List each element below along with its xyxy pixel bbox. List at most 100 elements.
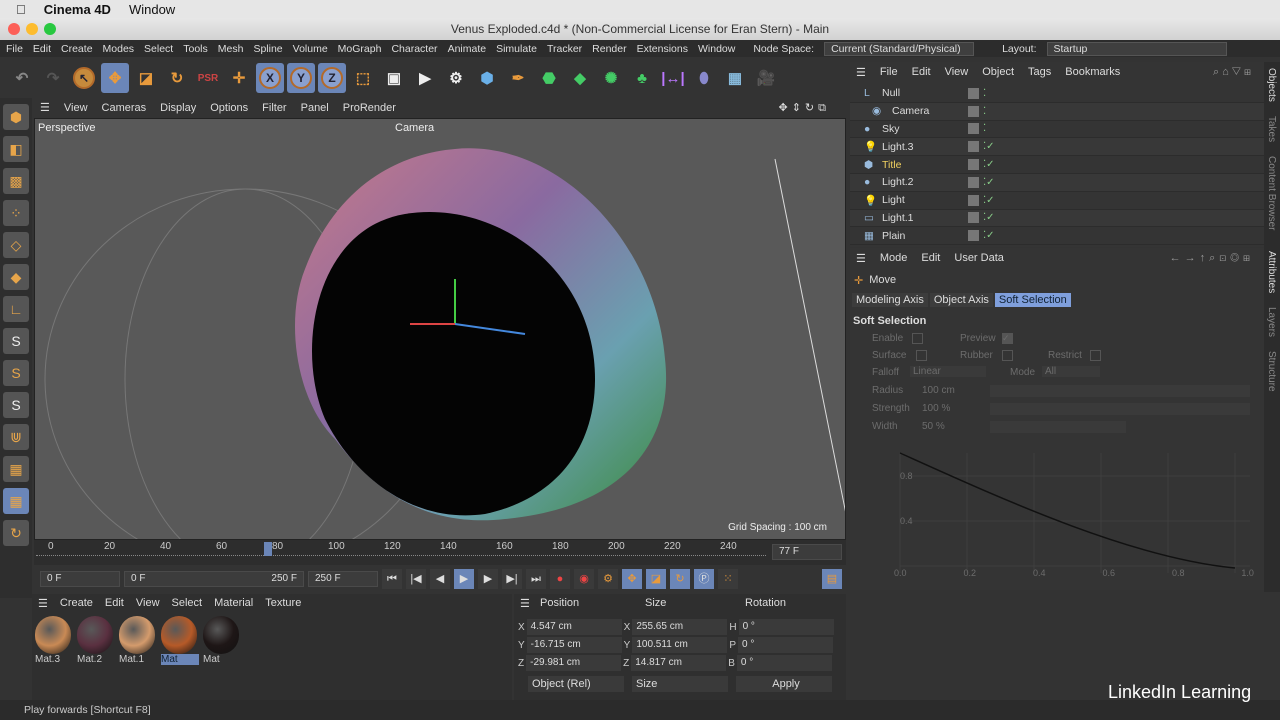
rotation-field[interactable]: 0 ° [738,619,834,635]
points-mode-icon[interactable]: ⁘ [3,200,29,226]
menu-animate[interactable]: Animate [448,43,487,55]
viewport-menu-options[interactable]: Options [210,102,248,114]
move-tool-icon[interactable]: ✥ [101,63,129,93]
falloff-graph[interactable] [880,448,1260,583]
coordinate-system-icon[interactable]: ⬚ [349,63,377,93]
falloff-select[interactable]: Linear [910,366,986,377]
texture-mode-icon[interactable]: ▩ [3,168,29,194]
previous-frame-icon[interactable]: ◀ [430,568,450,589]
layer-checkbox[interactable] [968,230,979,242]
mat-menu-material[interactable]: Material [214,597,253,609]
radius-slider[interactable] [990,385,1250,397]
hamburger-icon[interactable]: ☰ [38,597,48,610]
layer-checkbox[interactable] [968,194,979,206]
layer-checkbox[interactable] [968,105,979,117]
play-forwards-icon[interactable]: ▶ [454,568,474,589]
menu-file[interactable]: File [6,43,23,55]
viewport-nav-icons[interactable]: ✥⇕↻⧉ [778,101,830,115]
go-to-start-icon[interactable]: ⏮ [382,568,402,589]
attr-menu-edit[interactable]: Edit [921,252,940,264]
menu-mesh[interactable]: Mesh [218,43,244,55]
menu-spline[interactable]: Spline [253,43,282,55]
layer-checkbox[interactable] [968,176,979,188]
tab-objects[interactable]: Objects [1266,68,1277,102]
z-axis-icon[interactable]: Z [318,63,346,93]
layer-checkbox[interactable] [968,159,979,171]
material-swatch[interactable]: Mat.3 [35,616,73,665]
menu-tracker[interactable]: Tracker [547,43,582,55]
attr-menu-user-data[interactable]: User Data [954,252,1004,264]
obj-menu-view[interactable]: View [945,66,969,78]
previous-key-icon[interactable]: |◀ [406,568,426,589]
mode-select[interactable]: All [1042,366,1100,377]
node-space-select[interactable]: Current (Standard/Physical) [824,41,975,56]
next-key-icon[interactable]: ▶| [502,568,522,589]
mat-menu-texture[interactable]: Texture [265,597,301,609]
polygons-mode-icon[interactable]: ◆ [3,264,29,290]
psr-icon[interactable]: PSR [194,63,222,93]
object-row[interactable]: ▦ Plain ⁚✓ [850,227,1264,246]
lock-workplane-icon[interactable]: ↻ [3,520,29,546]
viewport-menu-cameras[interactable]: Cameras [102,102,147,114]
menu-window[interactable]: Window [698,43,735,55]
object-row[interactable]: ⬢ Title ⁚✓ [850,156,1264,174]
end-frame-field[interactable]: 250 F [308,570,378,587]
visibility-check-icon[interactable]: ⁚✓ [983,212,995,223]
rotation-field[interactable]: 0 ° [736,655,832,671]
viewport[interactable]: Perspective Camera Grid Spacing : 100 cm [34,118,846,540]
object-row[interactable]: 💡 Light ⁚✓ [850,192,1264,210]
size-field[interactable]: 100.511 cm [632,637,728,653]
snap-settings-icon[interactable]: S [3,360,29,386]
tab-object-axis[interactable]: Object Axis [929,293,993,307]
visibility-check-icon[interactable]: ⁚✓ [983,159,995,170]
key-rotation-icon[interactable]: ↻ [670,568,690,589]
object-row[interactable]: ◉ Camera ⁚ [850,102,1264,121]
hamburger-icon[interactable]: ☰ [856,252,866,265]
attr-menu-mode[interactable]: Mode [880,252,908,264]
layer-checkbox[interactable] [968,141,979,153]
surface-checkbox[interactable] [916,350,927,361]
viewport-menu-view[interactable]: View [64,102,88,114]
viewport-menu-filter[interactable]: Filter [262,102,286,114]
layer-checkbox[interactable] [968,212,979,224]
menu-create[interactable]: Create [61,43,93,55]
tab-layers[interactable]: Layers [1266,307,1277,337]
x-axis-icon[interactable]: X [256,63,284,93]
position-field[interactable]: -16.715 cm [526,637,622,653]
visibility-check-icon[interactable]: ⁚ [983,106,986,117]
tab-modeling-axis[interactable]: Modeling Axis [852,293,928,307]
restrict-checkbox[interactable] [1090,350,1101,361]
enable-checkbox[interactable] [912,333,923,344]
hamburger-icon[interactable]: ☰ [40,101,50,114]
apple-icon[interactable]:  [16,2,26,17]
pen-icon[interactable]: ✒ [504,63,532,93]
frame-range-slider[interactable]: 0 F 250 F [124,570,304,587]
visibility-check-icon[interactable]: ⁚✓ [983,177,995,188]
material-swatch[interactable]: Mat.2 [77,616,115,665]
object-row[interactable]: ● Light.2 ⁚✓ [850,173,1264,192]
menu-extensions[interactable]: Extensions [637,43,688,55]
menu-modes[interactable]: Modes [103,43,135,55]
layer-checkbox[interactable] [968,123,979,135]
size-field[interactable]: 255.65 cm [632,619,728,635]
size-field[interactable]: 14.817 cm [631,655,727,671]
obj-menu-object[interactable]: Object [982,66,1014,78]
quantize-icon[interactable]: S [3,392,29,418]
apply-button[interactable]: Apply [736,676,832,692]
undo-icon[interactable]: ↶ [8,63,36,93]
axis-mode-icon[interactable]: ∟ [3,296,29,322]
rotate-tool-icon[interactable]: ↻ [163,63,191,93]
obj-menu-edit[interactable]: Edit [912,66,931,78]
select-tool-icon[interactable]: ↖ [70,63,98,93]
model-mode-icon[interactable]: ◧ [3,136,29,162]
width-slider[interactable] [990,421,1126,433]
object-row[interactable]: ● Sky ⁚ [850,121,1264,139]
current-frame-field[interactable]: 77 F [772,544,842,560]
field-icon[interactable]: ⬮ [690,63,718,93]
preview-checkbox[interactable]: ✓ [1002,333,1013,344]
record-keys-icon[interactable]: ● [550,568,570,589]
tab-attributes[interactable]: Attributes [1266,251,1277,293]
timeline-window-icon[interactable]: ▤ [822,568,842,589]
tab-content-browser[interactable]: Content Browser [1266,156,1277,230]
size-mode-select[interactable]: Size [632,676,728,692]
